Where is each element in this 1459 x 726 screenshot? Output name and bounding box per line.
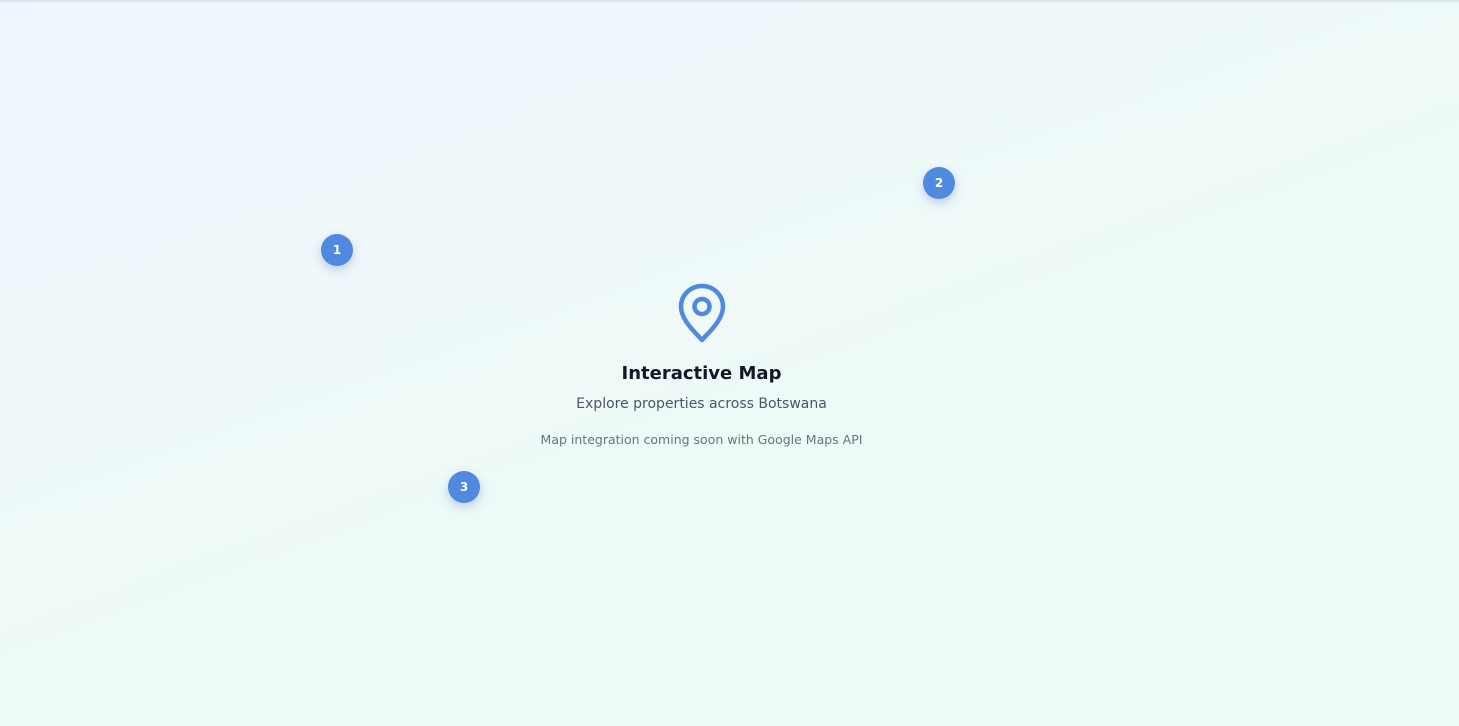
marker-label: 1	[332, 243, 342, 257]
marker-label: 2	[934, 176, 944, 190]
map-placeholder-content: Interactive Map Explore properties acros…	[0, 282, 1403, 447]
marker-label: 3	[459, 480, 469, 494]
map-marker-2[interactable]: 2	[923, 167, 955, 199]
map-title: Interactive Map	[621, 363, 782, 384]
map-placeholder: 1 2 3 Interactive Map Explore properties…	[0, 0, 1459, 726]
map-pin-icon	[676, 282, 728, 344]
map-integration-note: Map integration coming soon with Google …	[540, 432, 863, 447]
map-marker-3[interactable]: 3	[448, 471, 480, 503]
map-marker-1[interactable]: 1	[321, 234, 353, 266]
map-subtitle: Explore properties across Botswana	[576, 396, 827, 412]
